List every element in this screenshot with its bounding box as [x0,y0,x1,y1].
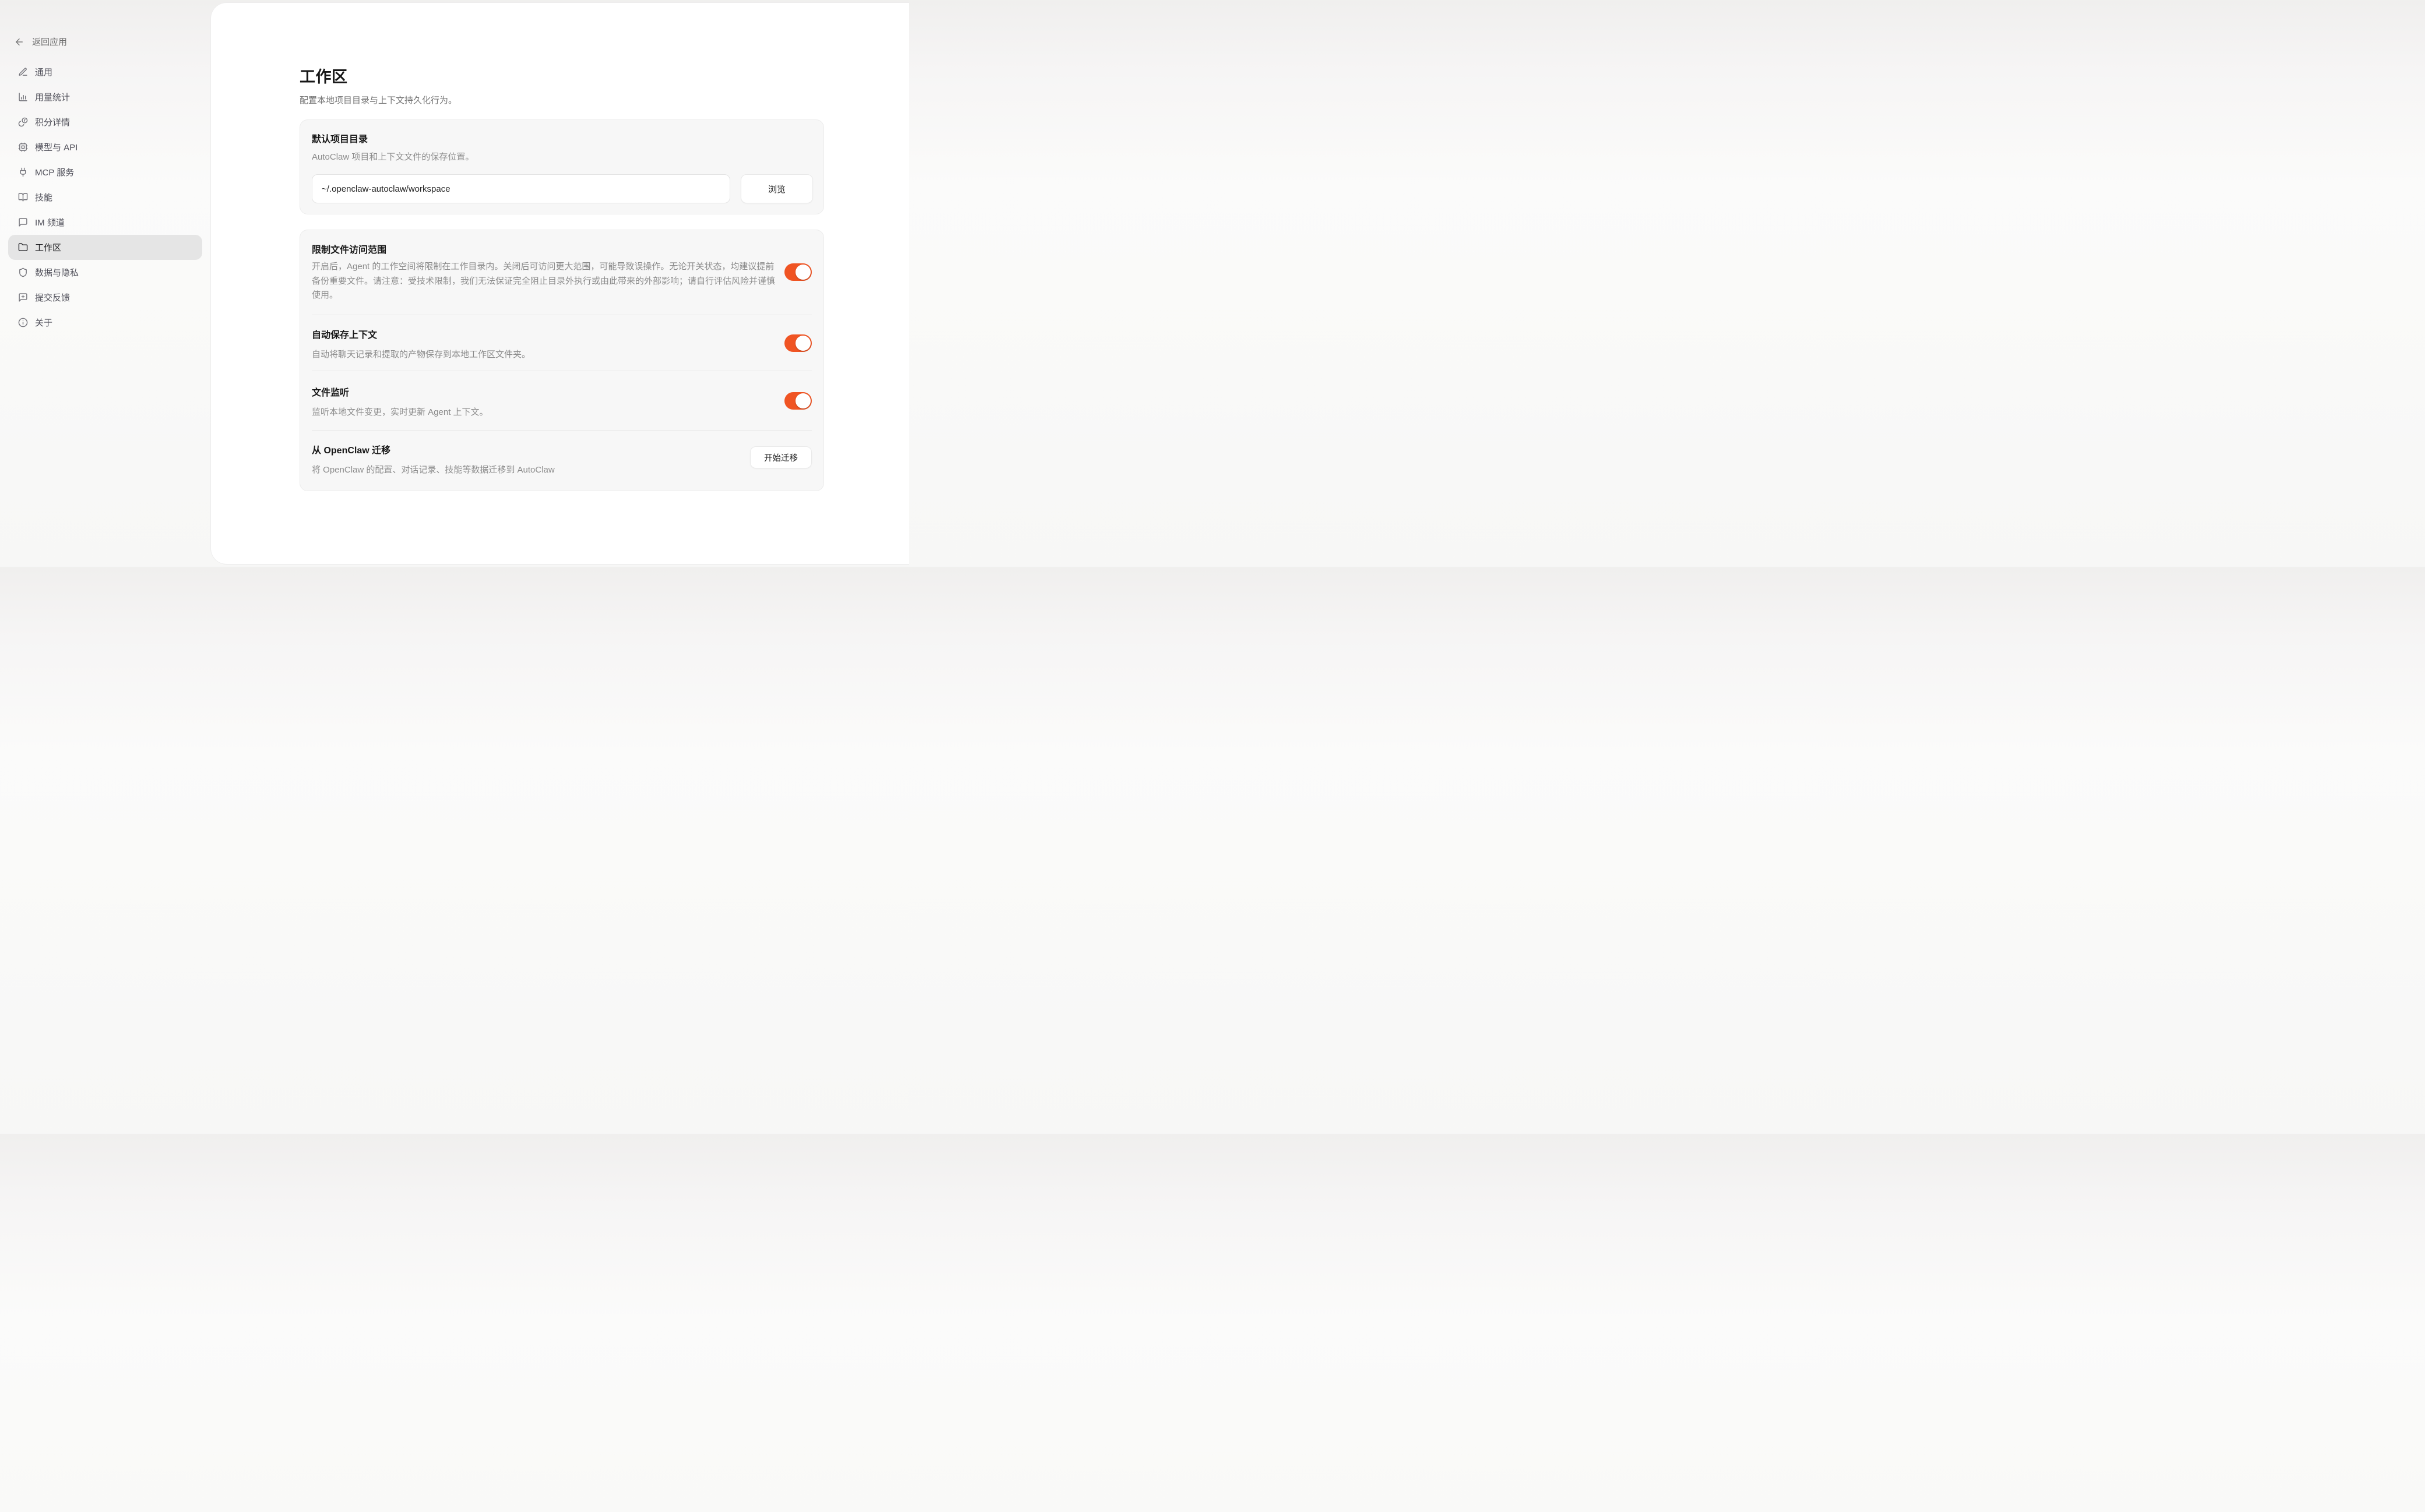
setting-description: 监听本地文件变更，实时更新 Agent 上下文。 [312,406,488,418]
toggle-knob [796,336,811,351]
sidebar-item-data-privacy[interactable]: 数据与隐私 [8,260,202,285]
card-title: 默认项目目录 [312,131,368,145]
setting-description: 将 OpenClaw 的配置、对话记录、技能等数据迁移到 AutoClaw [312,463,555,475]
setting-description: 自动将聊天记录和提取的产物保存到本地工作区文件夹。 [312,348,530,360]
plug-icon [18,167,28,177]
setting-title: 自动保存上下文 [312,327,377,341]
sidebar-item-general[interactable]: 通用 [8,59,202,84]
message-square-plus-icon [18,292,28,302]
sidebar-item-label: 用量统计 [35,91,70,103]
file-watch-toggle[interactable] [784,392,812,410]
sidebar-item-label: IM 频道 [35,216,65,228]
start-migration-button[interactable]: 开始迁移 [750,446,812,468]
sidebar-item-usage-stats[interactable]: 用量统计 [8,84,202,110]
default-project-directory-card: 默认项目目录 AutoClaw 项目和上下文文件的保存位置。 浏览 [300,119,824,214]
sidebar-item-label: 关于 [35,316,52,329]
toggle-knob [796,265,811,280]
coins-icon [18,117,28,127]
back-to-app-button[interactable]: 返回应用 [14,36,67,48]
page-title: 工作区 [300,64,348,87]
setting-title: 文件监听 [312,385,349,399]
arrow-left-icon [14,37,24,47]
info-icon [18,318,28,327]
sidebar-item-models-api[interactable]: 模型与 API [8,135,202,160]
bar-chart-icon [18,92,28,102]
setting-title: 从 OpenClaw 迁移 [312,442,390,456]
toggle-knob [796,393,811,408]
sidebar-item-label: MCP 服务 [35,166,74,178]
sidebar-item-label: 通用 [35,66,52,78]
workspace-path-input[interactable] [312,174,730,203]
divider [312,430,812,431]
sidebar-item-about[interactable]: 关于 [8,310,202,335]
setting-title: 限制文件访问范围 [312,242,386,256]
restrict-file-access-toggle[interactable] [784,263,812,281]
cpu-icon [18,142,28,152]
sidebar-item-label: 模型与 API [35,141,78,153]
workspace-settings-card: 限制文件访问范围 开启后，Agent 的工作空间将限制在工作目录内。关闭后可访问… [300,230,824,491]
folder-icon [18,242,28,252]
auto-save-context-toggle[interactable] [784,334,812,352]
sidebar-item-workspace[interactable]: 工作区 [8,235,202,260]
card-description: AutoClaw 项目和上下文文件的保存位置。 [312,150,474,163]
sidebar-nav: 通用 用量统计 积分详情 模型与 API MCP 服务 技能 IM 频道 工作 [8,59,202,335]
sidebar-item-skills[interactable]: 技能 [8,185,202,210]
sidebar-item-label: 技能 [35,191,52,203]
setting-description: 开启后，Agent 的工作空间将限制在工作目录内。关闭后可访问更大范围，可能导致… [312,260,777,303]
sidebar-item-credits[interactable]: 积分详情 [8,110,202,135]
back-to-app-label: 返回应用 [32,36,67,48]
message-square-icon [18,217,28,227]
sidebar-item-mcp[interactable]: MCP 服务 [8,160,202,185]
sidebar-item-feedback[interactable]: 提交反馈 [8,285,202,310]
sidebar-item-im-channels[interactable]: IM 频道 [8,210,202,235]
pen-line-icon [18,67,28,77]
sidebar-item-label: 积分详情 [35,116,70,128]
sidebar-item-label: 提交反馈 [35,291,70,304]
sidebar-item-label: 工作区 [35,241,61,253]
sidebar-item-label: 数据与隐私 [35,266,79,279]
book-open-icon [18,192,28,202]
page-subtitle: 配置本地项目目录与上下文持久化行为。 [300,94,457,106]
shield-icon [18,267,28,277]
browse-button[interactable]: 浏览 [741,174,813,203]
